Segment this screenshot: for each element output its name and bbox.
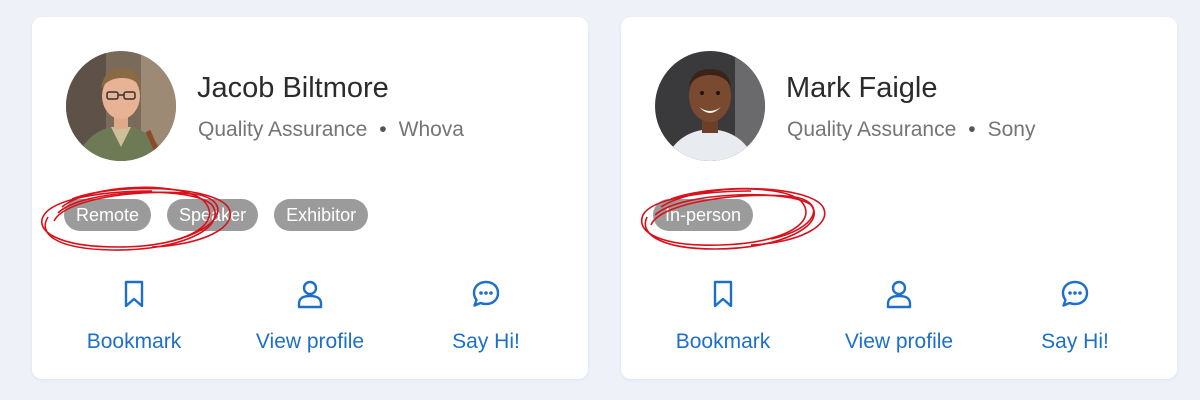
card-actions: Bookmark View profile Say Hi! bbox=[32, 279, 588, 359]
attendee-company: Sony bbox=[987, 118, 1036, 141]
separator-dot: • bbox=[379, 118, 387, 141]
chat-icon bbox=[1061, 280, 1089, 307]
tag-speaker: Speaker bbox=[167, 199, 259, 231]
attendee-meta: Quality Assurance • Sony bbox=[787, 118, 1036, 142]
chat-icon bbox=[472, 280, 500, 307]
bookmark-icon bbox=[124, 280, 144, 308]
attendee-meta: Quality Assurance • Whova bbox=[198, 118, 464, 142]
attendee-name[interactable]: Jacob Biltmore bbox=[197, 72, 389, 105]
view-profile-label: View profile bbox=[844, 330, 954, 353]
card-actions: Bookmark View profile Say Hi! bbox=[621, 279, 1177, 359]
avatar-photo bbox=[66, 51, 176, 161]
tag-in-person: In-person bbox=[653, 199, 754, 231]
attendee-name[interactable]: Mark Faigle bbox=[786, 72, 938, 105]
tag-remote: Remote bbox=[64, 199, 152, 231]
say-hi-label: Say Hi! bbox=[452, 330, 520, 353]
user-icon bbox=[886, 280, 912, 309]
say-hi-label: Say Hi! bbox=[1041, 330, 1109, 353]
attendee-company: Whova bbox=[398, 118, 464, 141]
say-hi-button[interactable]: Say Hi! bbox=[990, 279, 1160, 359]
tag-list: In-person bbox=[653, 199, 754, 231]
attendee-role: Quality Assurance bbox=[787, 118, 957, 141]
attendee-card: Mark Faigle Quality Assurance • Sony In-pe… bbox=[621, 17, 1177, 379]
bookmark-icon bbox=[713, 280, 733, 308]
avatar[interactable] bbox=[655, 51, 765, 161]
view-profile-button[interactable]: View profile bbox=[814, 279, 984, 359]
view-profile-label: View profile bbox=[255, 330, 365, 353]
tag-list: Remote Speaker Exhibitor bbox=[64, 199, 369, 231]
avatar[interactable] bbox=[66, 51, 176, 161]
tag-exhibitor: Exhibitor bbox=[274, 199, 369, 231]
separator-dot: • bbox=[968, 118, 976, 141]
attendee-card: Jacob Biltmore Quality Assurance • Whova R… bbox=[32, 17, 588, 379]
bookmark-button[interactable]: Bookmark bbox=[638, 279, 808, 359]
attendee-role: Quality Assurance bbox=[198, 118, 368, 141]
bookmark-label: Bookmark bbox=[86, 330, 182, 353]
user-icon bbox=[297, 280, 323, 309]
bookmark-button[interactable]: Bookmark bbox=[49, 279, 219, 359]
avatar-photo bbox=[655, 51, 765, 161]
say-hi-button[interactable]: Say Hi! bbox=[401, 279, 571, 359]
view-profile-button[interactable]: View profile bbox=[225, 279, 395, 359]
bookmark-label: Bookmark bbox=[675, 330, 771, 353]
